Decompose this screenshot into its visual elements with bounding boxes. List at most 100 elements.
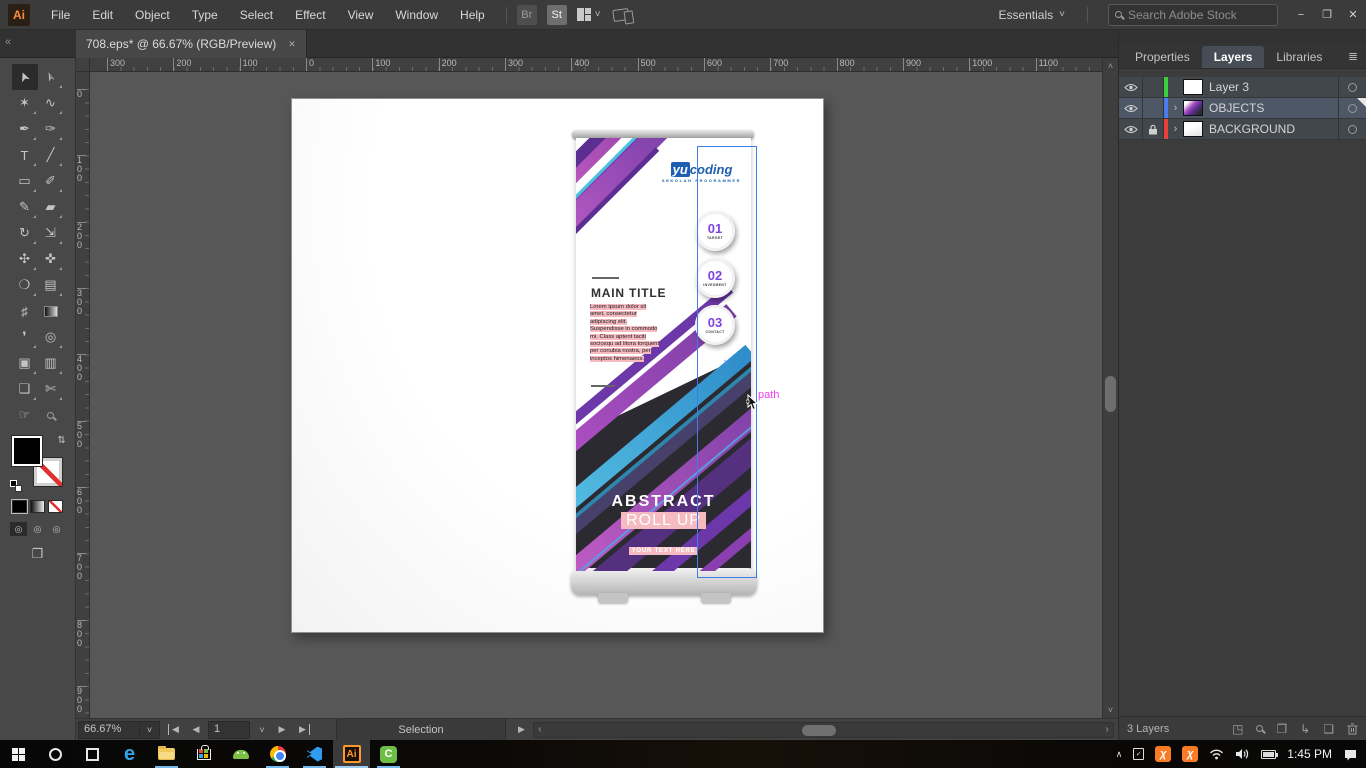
menu-item[interactable]: File: [40, 0, 81, 30]
horizontal-ruler[interactable]: 3002001000100200300400500600700800900100…: [90, 58, 1102, 72]
puppet-warp-tool[interactable]: ✜: [38, 246, 64, 272]
status-options-icon[interactable]: ▶: [518, 724, 525, 735]
task-view-button[interactable]: [74, 740, 111, 768]
target-icon[interactable]: [1348, 83, 1357, 92]
tab-layers[interactable]: Layers: [1202, 46, 1265, 68]
restore-button[interactable]: ❐: [1314, 1, 1340, 29]
menu-item[interactable]: View: [337, 0, 385, 30]
scroll-down-icon[interactable]: ˅: [1103, 705, 1118, 715]
ruler-origin-corner[interactable]: [76, 58, 90, 72]
vertical-scrollbar[interactable]: ˄ ˅: [1102, 58, 1118, 718]
magic-wand-tool[interactable]: ✶: [12, 90, 38, 116]
width-tool[interactable]: ✣: [12, 246, 38, 272]
layer-row[interactable]: Layer 3: [1119, 77, 1366, 98]
xampp-icon[interactable]: χ: [1182, 746, 1198, 762]
layer-name[interactable]: OBJECTS: [1209, 101, 1338, 115]
adobe-stock-search[interactable]: [1108, 4, 1278, 26]
next-artboard-button[interactable]: ▶: [272, 724, 292, 735]
vscode-button[interactable]: [296, 740, 333, 768]
usb-eject-icon[interactable]: ✓: [1133, 748, 1144, 760]
tab-libraries[interactable]: Libraries: [1264, 46, 1334, 68]
draw-behind-button[interactable]: ◎: [29, 522, 46, 536]
collect-for-export-icon[interactable]: ◳: [1232, 722, 1243, 736]
direct-selection-tool[interactable]: ➣: [38, 64, 64, 90]
menu-item[interactable]: Window: [384, 0, 449, 30]
visibility-toggle[interactable]: [1119, 98, 1143, 118]
close-tab-icon[interactable]: ✕: [288, 39, 296, 50]
pen-tool[interactable]: ✒: [12, 116, 38, 142]
artboard-dropdown-icon[interactable]: ˅: [252, 725, 272, 735]
gradient-button[interactable]: [30, 500, 45, 513]
rectangle-tool[interactable]: ▭: [12, 168, 38, 194]
close-button[interactable]: ✕: [1340, 1, 1366, 29]
document-viewport[interactable]: yucoding SEKOLAH PROGRAMMER MAIN TITLE L…: [90, 72, 1102, 718]
fill-swatch[interactable]: [12, 436, 42, 466]
column-graph-tool[interactable]: ▥: [38, 350, 64, 376]
scrollbar-thumb[interactable]: [1105, 376, 1116, 412]
default-fill-stroke-icon[interactable]: [10, 480, 22, 492]
shape-builder-tool[interactable]: ❍: [12, 272, 38, 298]
chrome-button[interactable]: [259, 740, 296, 768]
paintbrush-tool[interactable]: ✐: [38, 168, 64, 194]
microsoft-store-button[interactable]: [185, 740, 222, 768]
panel-menu-icon[interactable]: ≣: [1348, 49, 1358, 63]
menu-item[interactable]: Select: [229, 0, 284, 30]
menu-item[interactable]: Edit: [81, 0, 124, 30]
mesh-tool[interactable]: ♯: [12, 298, 38, 324]
minimize-button[interactable]: −: [1288, 1, 1314, 29]
visibility-toggle[interactable]: [1119, 119, 1143, 139]
chevron-down-icon[interactable]: ˅: [1059, 9, 1065, 20]
hand-tool[interactable]: ☞: [12, 402, 38, 428]
camtasia-button[interactable]: C: [370, 740, 407, 768]
type-tool[interactable]: T: [12, 142, 38, 168]
blend-tool[interactable]: ◎: [38, 324, 64, 350]
scroll-up-icon[interactable]: ˄: [1103, 61, 1118, 71]
scroll-right-icon[interactable]: ›: [1101, 724, 1113, 735]
swap-fill-stroke-icon[interactable]: ⇄: [56, 435, 67, 443]
eraser-tool[interactable]: ▰: [38, 194, 64, 220]
document-tab[interactable]: 708.eps* @ 66.67% (RGB/Preview) ✕: [76, 30, 307, 58]
scroll-left-icon[interactable]: ‹: [534, 724, 546, 735]
start-button[interactable]: [0, 740, 37, 768]
new-layer-icon[interactable]: ❏: [1323, 722, 1334, 736]
layer-name[interactable]: BACKGROUND: [1209, 122, 1338, 136]
taskbar-clock[interactable]: 1:45 PM: [1287, 747, 1332, 761]
artboard-tool[interactable]: ❏: [12, 376, 38, 402]
target-column[interactable]: [1338, 77, 1366, 97]
symbol-sprayer-tool[interactable]: ▣: [12, 350, 38, 376]
chevron-down-icon[interactable]: ˅: [595, 9, 601, 20]
layer-row-selected[interactable]: › OBJECTS: [1119, 98, 1366, 119]
none-button[interactable]: [48, 500, 63, 513]
scale-tool[interactable]: ⇲: [38, 220, 64, 246]
menu-item[interactable]: Type: [181, 0, 229, 30]
illustrator-taskbar-button[interactable]: Ai: [333, 740, 370, 768]
zoom-dropdown-icon[interactable]: ˅: [140, 721, 160, 739]
expand-icon[interactable]: ›: [1168, 123, 1183, 135]
hidden-icons-chevron[interactable]: ∧: [1116, 749, 1123, 760]
device-preview-icon[interactable]: [612, 7, 630, 21]
zoom-tool[interactable]: [38, 402, 64, 428]
delete-layer-icon[interactable]: [1347, 723, 1358, 735]
draw-inside-button[interactable]: ◎: [48, 522, 65, 536]
volume-icon[interactable]: [1235, 748, 1250, 760]
gradient-tool[interactable]: [38, 298, 64, 324]
edge-button[interactable]: e: [111, 740, 148, 768]
pencil-tool[interactable]: ✎: [12, 194, 38, 220]
vertical-ruler[interactable]: 0100200300400500600700800900: [76, 72, 90, 718]
tab-properties[interactable]: Properties: [1123, 46, 1202, 68]
selection-tool[interactable]: ➤: [12, 64, 38, 90]
lock-toggle[interactable]: [1143, 77, 1164, 97]
target-icon[interactable]: [1348, 104, 1357, 113]
visibility-toggle[interactable]: [1119, 77, 1143, 97]
make-mask-icon[interactable]: ❐: [1276, 722, 1287, 736]
change-screen-mode-button[interactable]: ❐: [0, 546, 75, 562]
target-column[interactable]: [1338, 119, 1366, 139]
eyedropper-tool[interactable]: ❜: [12, 324, 38, 350]
last-artboard-button[interactable]: ▶: [296, 724, 310, 735]
cortana-button[interactable]: [37, 740, 74, 768]
first-artboard-button[interactable]: ◀: [168, 724, 182, 735]
search-input[interactable]: [1128, 8, 1271, 22]
android-emulator-button[interactable]: [222, 740, 259, 768]
layer-row[interactable]: › BACKGROUND: [1119, 119, 1366, 140]
target-icon[interactable]: [1348, 125, 1357, 134]
